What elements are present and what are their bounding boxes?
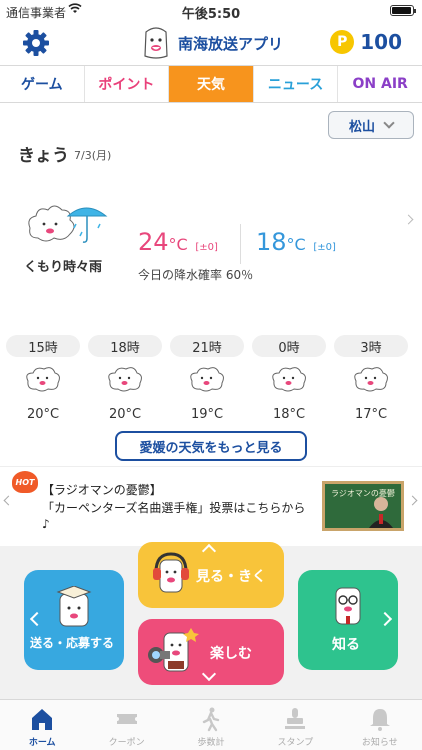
chevron-up-icon bbox=[201, 543, 217, 559]
tabbar-pedometer[interactable]: 歩数計 bbox=[169, 700, 253, 750]
clock: 午後5:50 bbox=[181, 7, 241, 22]
hour-temp: 19°C bbox=[190, 407, 224, 422]
hour-time: 0時 bbox=[252, 335, 326, 357]
tabbar-label: お知らせ bbox=[361, 738, 398, 748]
cloudy-rain-icon bbox=[28, 205, 108, 243]
hour-time: 3時 bbox=[334, 335, 408, 357]
tabbar-notice[interactable]: お知らせ bbox=[338, 700, 422, 750]
banner-title: 【ラジオマンの憂鬱】 bbox=[42, 483, 162, 497]
hourly-item: 0時 18°C bbox=[252, 335, 326, 430]
more-weather-button[interactable]: 愛媛の天気をもっと見る bbox=[115, 431, 307, 461]
tab-news[interactable]: ニュース bbox=[254, 66, 339, 102]
tab-weather[interactable]: 天気 bbox=[169, 66, 254, 102]
battery-icon bbox=[390, 5, 416, 16]
enjoy-label: 楽しむ bbox=[210, 646, 252, 662]
mascot-glasses-icon bbox=[335, 587, 361, 625]
stamp-icon bbox=[285, 708, 306, 729]
hour-time: 15時 bbox=[6, 335, 80, 357]
know-label: 知る bbox=[332, 637, 360, 653]
hourly-item: 3時 17°C bbox=[334, 335, 408, 430]
chevron-down-icon bbox=[383, 117, 395, 129]
bottom-tab-bar: ホーム クーポン 歩数計 スタンプ お知らせ bbox=[0, 699, 422, 750]
region-select[interactable]: 松山 bbox=[328, 111, 414, 139]
news-banner[interactable]: HOT 【ラジオマンの憂鬱】 「カーペンターズ名曲選手権」投票はこちらから ♪ … bbox=[0, 466, 422, 546]
hot-badge: HOT bbox=[12, 471, 38, 493]
point-coin-icon: P bbox=[330, 30, 355, 54]
hourly-item: 21時 19°C bbox=[170, 335, 244, 430]
cloudy-icon bbox=[26, 367, 60, 392]
tab-game[interactable]: ゲーム bbox=[0, 66, 85, 102]
banner-thumbnail: ラジオマンの憂鬱 bbox=[322, 481, 404, 531]
weather-condition: くもり時々雨 bbox=[24, 260, 103, 275]
tabbar-label: スタンプ bbox=[277, 738, 314, 748]
category-tabs: ゲーム ポイント 天気 ニュース ON AIR bbox=[0, 65, 422, 103]
hour-temp: 20°C bbox=[26, 407, 60, 422]
today-label: きょう bbox=[18, 146, 69, 166]
chevron-right-icon bbox=[377, 611, 393, 627]
hour-time: 18時 bbox=[88, 335, 162, 357]
cloudy-icon bbox=[190, 367, 224, 392]
mascot-camera-icon bbox=[148, 628, 199, 672]
mascot-letter-icon bbox=[56, 586, 92, 627]
hourly-item: 18時 20°C bbox=[88, 335, 162, 430]
tabbar-coupon[interactable]: クーポン bbox=[84, 700, 168, 750]
points-display[interactable]: P 100 bbox=[330, 30, 402, 54]
enjoy-tile[interactable]: 楽しむ bbox=[138, 619, 284, 685]
hour-temp: 17°C bbox=[354, 407, 388, 422]
chevron-left-icon[interactable] bbox=[3, 495, 14, 506]
chevron-right-icon[interactable] bbox=[407, 495, 418, 506]
chevron-right-icon bbox=[403, 214, 414, 225]
region-value: 松山 bbox=[348, 119, 375, 135]
hour-temp: 18°C bbox=[272, 407, 306, 422]
app-logo: 南海放送アプリ bbox=[140, 25, 283, 61]
mascot-icon bbox=[144, 27, 168, 59]
today-weather-card[interactable]: くもり時々雨 24°C [±0] 18°C [±0] 今日の降水確率 60％ bbox=[0, 190, 422, 310]
points-value: 100 bbox=[360, 30, 402, 54]
bell-icon bbox=[369, 709, 390, 731]
tabbar-label: ホーム bbox=[28, 738, 56, 748]
send-apply-tile[interactable]: 送る・応募する bbox=[24, 570, 124, 670]
tabbar-stamp[interactable]: スタンプ bbox=[253, 700, 337, 750]
watch-listen-label: 見る・きく bbox=[196, 569, 266, 585]
hour-time: 21時 bbox=[170, 335, 244, 357]
hour-temp: 20°C bbox=[108, 407, 142, 422]
tabbar-home[interactable]: ホーム bbox=[0, 700, 84, 750]
temp-divider bbox=[240, 224, 241, 264]
high-temp: 24°C [±0] bbox=[138, 228, 218, 256]
send-apply-label: 送る・応募する bbox=[30, 636, 115, 650]
gear-icon[interactable] bbox=[22, 29, 50, 57]
mascot-headphones-icon bbox=[153, 552, 189, 593]
tabbar-label: クーポン bbox=[108, 738, 145, 748]
hourly-item: 15時 20°C bbox=[6, 335, 80, 430]
low-temp: 18°C [±0] bbox=[256, 228, 336, 256]
tabbar-label: 歩数計 bbox=[197, 738, 225, 748]
know-tile[interactable]: 知る bbox=[298, 570, 398, 670]
banner-text: 「カーペンターズ名曲選手権」投票はこちらから bbox=[42, 501, 306, 515]
today-date: 7/3(月) bbox=[74, 149, 112, 162]
tab-onair[interactable]: ON AIR bbox=[338, 66, 422, 102]
cloudy-icon bbox=[354, 367, 388, 392]
status-bar: 通信事業者 午後5:50 bbox=[0, 0, 422, 22]
hourly-forecast: 15時 20°C 18時 20°C 21時 19°C 0時 18°C 3時 17… bbox=[0, 335, 422, 430]
menu-area: 送る・応募する 見る・きく 楽しむ 知る bbox=[0, 542, 422, 699]
home-icon bbox=[32, 709, 53, 730]
cloudy-icon bbox=[272, 367, 306, 392]
pedometer-icon bbox=[202, 707, 220, 732]
app-header: 南海放送アプリ P 100 bbox=[0, 22, 422, 64]
precipitation-label: 今日の降水確率 60％ bbox=[138, 268, 254, 282]
coupon-icon bbox=[116, 714, 137, 724]
cloudy-icon bbox=[108, 367, 142, 392]
chevron-down-icon bbox=[201, 666, 217, 682]
watch-listen-tile[interactable]: 見る・きく bbox=[138, 542, 284, 608]
tab-point[interactable]: ポイント bbox=[85, 66, 170, 102]
chevron-left-icon bbox=[29, 611, 45, 627]
banner-note: ♪ bbox=[42, 517, 50, 531]
app-title: 南海放送アプリ bbox=[178, 34, 284, 53]
